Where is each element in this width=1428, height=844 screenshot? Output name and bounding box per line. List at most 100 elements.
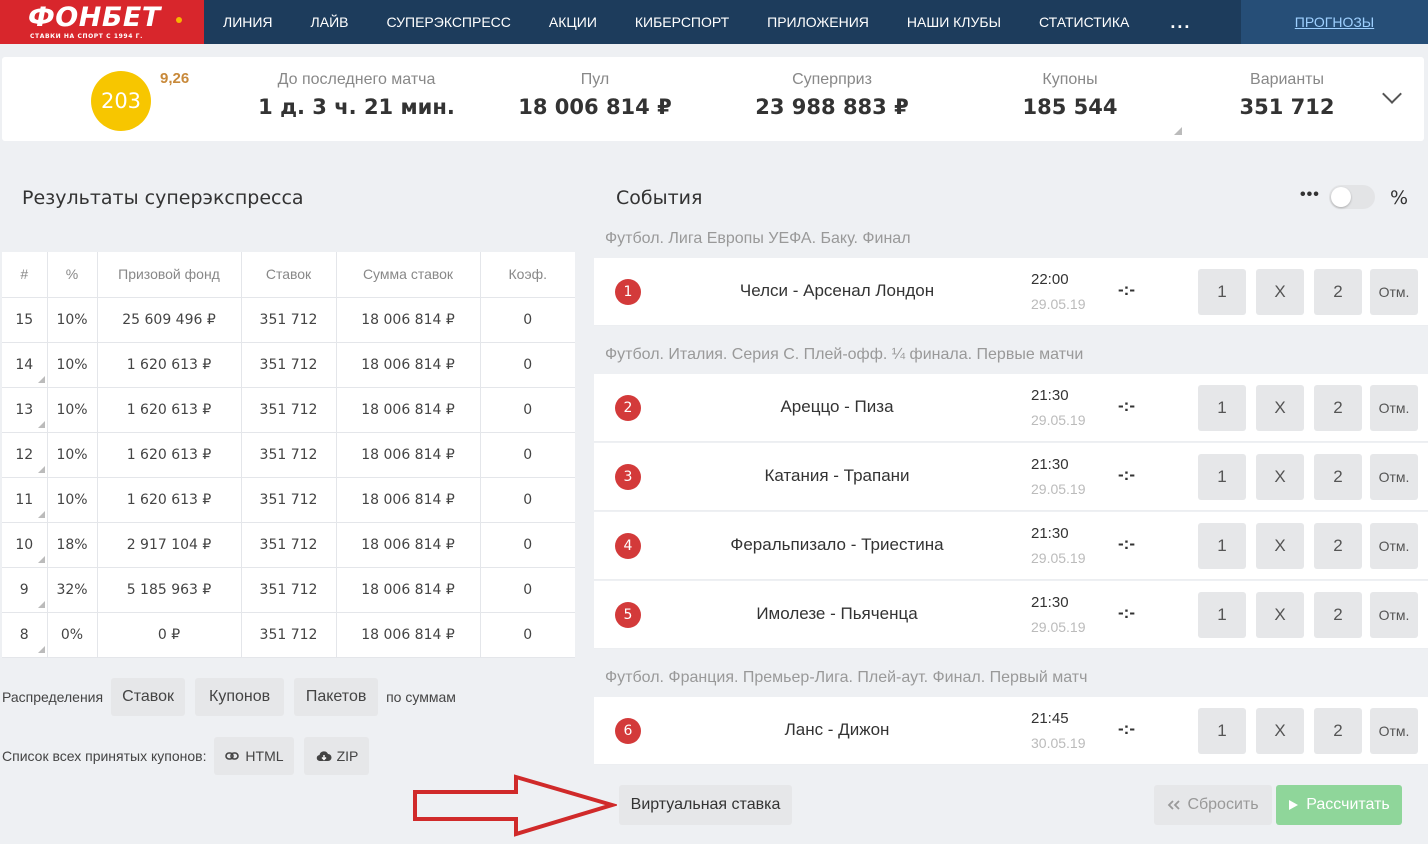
stat-label: Варианты xyxy=(1250,71,1324,88)
top-navigation: ФОНБЕТ СТАВКИ НА СПОРТ С 1994 Г. ЛИНИЯ Л… xyxy=(0,0,1428,44)
outcome-x-button[interactable]: X xyxy=(1256,269,1304,315)
draw-coef: 9,26 xyxy=(160,70,190,87)
outcome-x-button[interactable]: X xyxy=(1256,708,1304,754)
event-name: Ланс - Дижон xyxy=(784,720,890,739)
outcome-1-button[interactable]: 1 xyxy=(1198,592,1246,638)
stat-until-last-match: До последнего матча 1 д. 3 ч. 21 мин. xyxy=(254,71,459,119)
chevron-down-icon[interactable] xyxy=(1382,84,1402,104)
outcome-x-button[interactable]: X xyxy=(1256,385,1304,431)
percent-toggle[interactable] xyxy=(1329,185,1375,209)
event-time: 21:30 xyxy=(1031,594,1069,611)
table-row[interactable]: 8 0% 0 ₽ 351 712 18 006 814 ₽ 0 xyxy=(2,612,575,658)
expand-corner-icon xyxy=(37,510,45,518)
outcome-x-button[interactable]: X xyxy=(1256,592,1304,638)
nav-item-live[interactable]: ЛАЙВ xyxy=(311,14,349,30)
table-row[interactable]: 13 10% 1 620 613 ₽ 351 712 18 006 814 ₽ … xyxy=(2,387,575,433)
outcome-x-button[interactable]: X xyxy=(1256,523,1304,569)
reset-button[interactable]: Сбросить xyxy=(1154,785,1272,825)
outcome-2-button[interactable]: 2 xyxy=(1314,523,1362,569)
outcome-cancel-button[interactable]: Отм. xyxy=(1370,708,1418,754)
outcome-x-button[interactable]: X xyxy=(1256,454,1304,500)
stat-value: 351 712 xyxy=(1239,95,1335,119)
cell-percent: 0% xyxy=(47,612,98,658)
expand-corner-icon xyxy=(37,465,45,473)
nav-item-forecasts[interactable]: ПРОГНОЗЫ xyxy=(1241,0,1428,44)
corner-resize-icon xyxy=(1174,127,1182,135)
cell-percent: 10% xyxy=(47,342,98,388)
outcome-2-button[interactable]: 2 xyxy=(1314,708,1362,754)
download-zip-button[interactable]: ZIP xyxy=(304,737,370,775)
table-row[interactable]: 9 32% 5 185 963 ₽ 351 712 18 006 814 ₽ 0 xyxy=(2,567,575,613)
virtual-bet-button[interactable]: Виртуальная ставка xyxy=(619,785,792,825)
cell-bets-sum: 18 006 814 ₽ xyxy=(336,297,481,343)
distribution-row: Распределения Ставок Купонов Пакетов по … xyxy=(2,678,464,716)
nav-item-esports[interactable]: КИБЕРСПОРТ xyxy=(635,14,729,30)
nav-item-superexpress[interactable]: СУПЕРЭКСПРЕСС xyxy=(386,14,510,30)
table-row[interactable]: 10 18% 2 917 104 ₽ 351 712 18 006 814 ₽ … xyxy=(2,522,575,568)
event-row: 3 Катания - Трапани 21:30 29.05.19 -:- 1… xyxy=(594,443,1428,511)
outcome-cancel-button[interactable]: Отм. xyxy=(1370,454,1418,500)
outcome-1-button[interactable]: 1 xyxy=(1198,269,1246,315)
event-number-badge: 2 xyxy=(615,395,641,421)
cell-coef: 0 xyxy=(480,342,575,388)
cell-prize-fund: 2 917 104 ₽ xyxy=(97,522,242,568)
outcome-cancel-button[interactable]: Отм. xyxy=(1370,592,1418,638)
cell-prize-fund: 1 620 613 ₽ xyxy=(97,477,242,523)
cell-number: 9 xyxy=(2,567,48,613)
nav-item-line[interactable]: ЛИНИЯ xyxy=(223,14,273,30)
events-more-icon[interactable]: ••• xyxy=(1300,186,1320,204)
col-header-percent: % xyxy=(47,252,98,298)
outcome-2-button[interactable]: 2 xyxy=(1314,385,1362,431)
distribution-coupons-button[interactable]: Купонов xyxy=(195,678,285,716)
percent-label: % xyxy=(1390,187,1409,209)
outcome-2-button[interactable]: 2 xyxy=(1314,592,1362,638)
calculate-button[interactable]: Рассчитать xyxy=(1276,785,1402,825)
nav-item-promotions[interactable]: АКЦИИ xyxy=(549,14,597,30)
event-row: 5 Имолезе - Пьяченца 21:30 29.05.19 -:- … xyxy=(594,581,1428,649)
download-html-button[interactable]: HTML xyxy=(214,737,295,775)
cell-percent: 32% xyxy=(47,567,98,613)
cell-bets-sum: 18 006 814 ₽ xyxy=(336,612,481,658)
outcome-2-button[interactable]: 2 xyxy=(1314,454,1362,500)
event-name: Челси - Арсенал Лондон xyxy=(739,281,935,300)
draw-number-badge: 203 xyxy=(91,71,151,131)
table-row[interactable]: 11 10% 1 620 613 ₽ 351 712 18 006 814 ₽ … xyxy=(2,477,575,523)
expand-corner-icon xyxy=(37,600,45,608)
outcome-2-button[interactable]: 2 xyxy=(1314,269,1362,315)
outcome-1-button[interactable]: 1 xyxy=(1198,454,1246,500)
cell-bets: 351 712 xyxy=(241,432,337,478)
event-number-badge: 5 xyxy=(615,602,641,628)
outcome-cancel-button[interactable]: Отм. xyxy=(1370,269,1418,315)
outcome-1-button[interactable]: 1 xyxy=(1198,708,1246,754)
cell-prize-fund: 0 ₽ xyxy=(97,612,242,658)
expand-corner-icon xyxy=(37,645,45,653)
outcome-1-button[interactable]: 1 xyxy=(1198,523,1246,569)
event-score: -:- xyxy=(1118,465,1135,484)
cell-number: 14 xyxy=(2,342,48,388)
table-row[interactable]: 12 10% 1 620 613 ₽ 351 712 18 006 814 ₽ … xyxy=(2,432,575,478)
distribution-bets-button[interactable]: Ставок xyxy=(111,678,186,716)
outcome-cancel-button[interactable]: Отм. xyxy=(1370,385,1418,431)
nav-item-apps[interactable]: ПРИЛОЖЕНИЯ xyxy=(767,14,869,30)
event-score: -:- xyxy=(1118,603,1135,622)
outcome-cancel-button[interactable]: Отм. xyxy=(1370,523,1418,569)
event-date: 29.05.19 xyxy=(1031,412,1086,428)
event-time: 21:30 xyxy=(1031,525,1069,542)
nav-item-statistics[interactable]: СТАТИСТИКА xyxy=(1039,14,1129,30)
table-row: 15 10% 25 609 496 ₽ 351 712 18 006 814 ₽… xyxy=(2,297,575,343)
stat-label: Пул xyxy=(580,71,610,88)
cell-bets-sum: 18 006 814 ₽ xyxy=(336,342,481,388)
nav-more-button[interactable]: ... xyxy=(1170,12,1191,33)
table-row[interactable]: 14 10% 1 620 613 ₽ 351 712 18 006 814 ₽ … xyxy=(2,342,575,388)
outcome-1-button[interactable]: 1 xyxy=(1198,385,1246,431)
event-score: -:- xyxy=(1118,396,1135,415)
distribution-packages-button[interactable]: Пакетов xyxy=(294,678,379,716)
event-number-badge: 3 xyxy=(615,464,641,490)
fonbet-logo[interactable]: ФОНБЕТ СТАВКИ НА СПОРТ С 1994 Г. xyxy=(0,0,204,44)
event-date: 29.05.19 xyxy=(1031,296,1086,312)
cell-number: 15 xyxy=(2,297,48,343)
nav-item-clubs[interactable]: НАШИ КЛУБЫ xyxy=(907,14,1001,30)
cell-percent: 18% xyxy=(47,522,98,568)
expand-corner-icon xyxy=(37,420,45,428)
distribution-suffix: по суммам xyxy=(386,689,456,705)
